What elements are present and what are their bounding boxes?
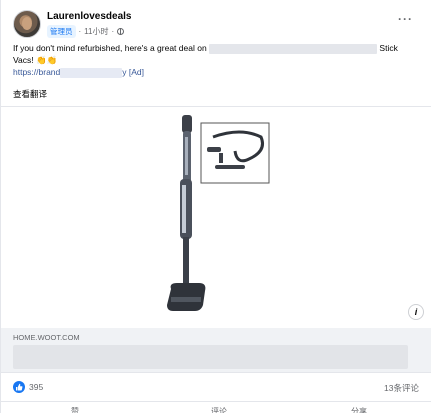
like-button[interactable]: 赞 xyxy=(71,406,79,413)
globe-icon xyxy=(117,28,125,35)
avatar[interactable] xyxy=(13,10,41,38)
post-image[interactable]: i xyxy=(1,106,431,328)
post-time[interactable]: 11小时 xyxy=(84,26,108,37)
product-image xyxy=(167,115,270,311)
post-text: If you don't mind refurbished, here's a … xyxy=(13,42,413,78)
post-text-prefix: If you don't mind refurbished, here's a … xyxy=(13,43,207,53)
post-link[interactable]: https://brand xyxy=(13,67,60,77)
like-count[interactable]: 395 xyxy=(29,382,43,392)
info-icon[interactable]: i xyxy=(408,304,424,320)
comment-count[interactable]: 13条评论 xyxy=(384,382,419,394)
vacuum-handle xyxy=(182,115,192,133)
more-options-icon[interactable]: ··· xyxy=(398,12,413,26)
post-card: Laurenlovesdeals 管理员 · 11小时 · ··· If you… xyxy=(0,0,431,413)
share-button[interactable]: 分享 xyxy=(351,406,367,413)
separator: · xyxy=(111,27,115,36)
redacted-text xyxy=(209,43,378,54)
link-preview[interactable]: HOME.WOOT.COM xyxy=(1,328,431,373)
separator: · xyxy=(78,27,82,36)
comment-button[interactable]: 评论 xyxy=(211,406,227,413)
preview-domain: HOME.WOOT.COM xyxy=(13,333,80,342)
action-bar: 赞 评论 分享 xyxy=(1,401,431,413)
post-header: Laurenlovesdeals 管理员 · 11小时 · ··· xyxy=(13,10,421,44)
post-text-line2: Vacs! 👏👏 xyxy=(13,55,58,65)
redacted-link xyxy=(60,67,123,78)
post-text-suffix: Stick xyxy=(379,43,398,53)
see-translation-link[interactable]: 查看翻译 xyxy=(13,88,47,100)
reaction-stats: 395 13条评论 xyxy=(13,381,419,395)
author-name[interactable]: Laurenlovesdeals xyxy=(47,11,131,22)
like-reaction-icon[interactable] xyxy=(13,381,25,393)
redacted-preview-title xyxy=(13,345,408,369)
post-meta: 管理员 · 11小时 · xyxy=(47,25,125,38)
post-link-suffix[interactable]: y [Ad] xyxy=(122,67,144,77)
admin-badge: 管理员 xyxy=(47,25,76,38)
